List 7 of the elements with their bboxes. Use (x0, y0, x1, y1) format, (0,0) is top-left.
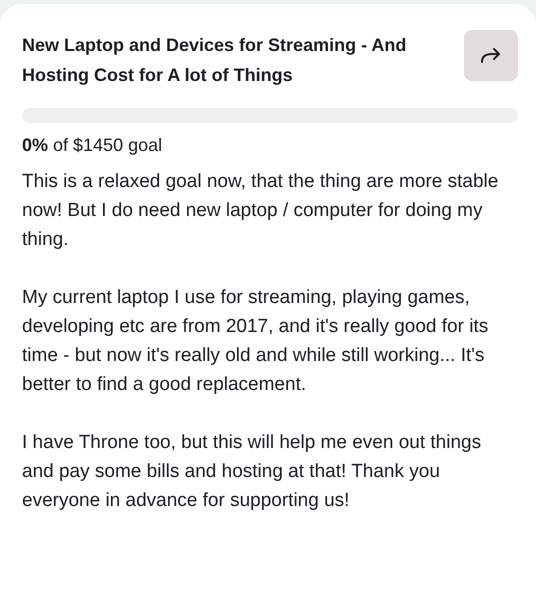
description-paragraph: I have Throne too, but this will help me even out things and pay some bills and hosting at that! Thank you everyone in advance for supporting us! (22, 431, 482, 513)
description-paragraph: This is a relaxed goal now, that the thing are more stable now! But I do need new laptop / computer for doing my thing. (22, 170, 500, 252)
description-paragraph: My current laptop I use for streaming, playing games, developing etc are from 2017, and it's really good for its time - but now it's really old and while still working... It's better to find a good replacement. (22, 286, 490, 397)
goal-summary: 0% of $1450 goal (22, 134, 164, 157)
share-icon (480, 46, 502, 64)
goal-title: New Laptop and Devices for Streaming - And Hosting Cost for A lot of Things (22, 34, 408, 87)
share-button[interactable] (464, 30, 518, 81)
